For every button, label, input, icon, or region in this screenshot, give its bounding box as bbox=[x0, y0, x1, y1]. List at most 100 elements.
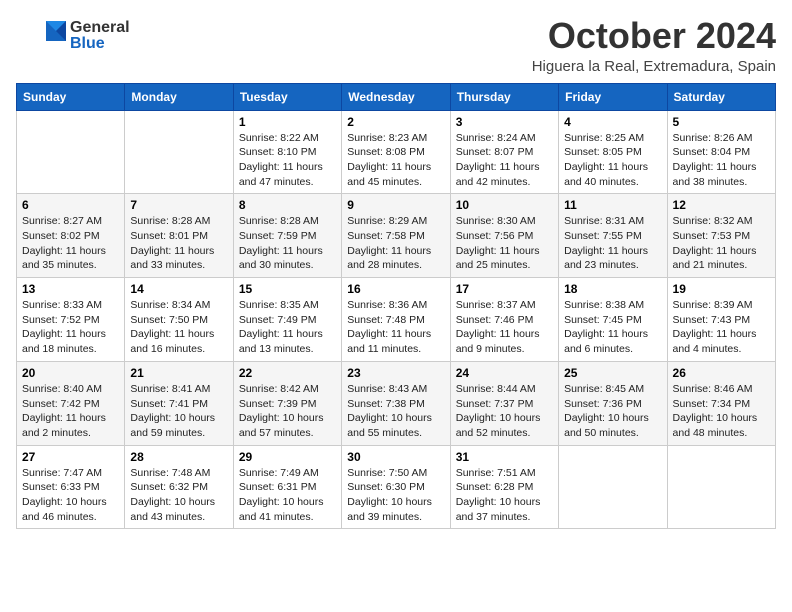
day-info-text: Sunrise: 8:32 AM Sunset: 7:53 PM Dayligh… bbox=[673, 214, 770, 273]
day-number: 26 bbox=[673, 366, 770, 380]
day-number: 18 bbox=[564, 282, 661, 296]
day-number: 16 bbox=[347, 282, 444, 296]
weekday-header-cell: Friday bbox=[559, 83, 667, 110]
calendar-day-cell: 1Sunrise: 8:22 AM Sunset: 8:10 PM Daylig… bbox=[233, 110, 341, 194]
calendar-day-cell: 3 Sunrise: 8:24 AM Sunset: 8:07 PM Daylig… bbox=[450, 110, 558, 194]
day-number: 2 bbox=[347, 115, 444, 129]
weekday-header-cell: Wednesday bbox=[342, 83, 450, 110]
title-block: October 2024 Higuera la Real, Extremadur… bbox=[532, 16, 776, 75]
day-info-text: Sunrise: 8:28 AM Sunset: 8:01 PM Dayligh… bbox=[130, 214, 227, 273]
day-info-text: Sunrise: 7:48 AM Sunset: 6:32 PM Dayligh… bbox=[130, 466, 227, 525]
calendar-day-cell: 5 Sunrise: 8:26 AM Sunset: 8:04 PM Daylig… bbox=[667, 110, 775, 194]
calendar-day-cell: 22 Sunrise: 8:42 AM Sunset: 7:39 PM Dayli… bbox=[233, 361, 341, 445]
day-number: 7 bbox=[130, 198, 227, 212]
calendar-day-cell: 6 Sunrise: 8:27 AM Sunset: 8:02 PM Daylig… bbox=[17, 194, 125, 278]
calendar-day-cell: 4Sunrise: 8:25 AM Sunset: 8:05 PM Daylig… bbox=[559, 110, 667, 194]
calendar-body: 1Sunrise: 8:22 AM Sunset: 8:10 PM Daylig… bbox=[17, 110, 776, 529]
page-header: General Blue October 2024 Higuera la Rea… bbox=[16, 16, 776, 75]
calendar-week-row: 6 Sunrise: 8:27 AM Sunset: 8:02 PM Daylig… bbox=[17, 194, 776, 278]
calendar-day-cell: 26 Sunrise: 8:46 AM Sunset: 7:34 PM Dayli… bbox=[667, 361, 775, 445]
day-info-text: Sunrise: 8:46 AM Sunset: 7:34 PM Dayligh… bbox=[673, 382, 770, 441]
calendar-day-cell bbox=[667, 445, 775, 529]
weekday-header-cell: Thursday bbox=[450, 83, 558, 110]
day-number: 29 bbox=[239, 450, 336, 464]
month-title: October 2024 bbox=[532, 16, 776, 56]
day-number: 12 bbox=[673, 198, 770, 212]
day-info-text: Sunrise: 7:50 AM Sunset: 6:30 PM Dayligh… bbox=[347, 466, 444, 525]
day-number: 28 bbox=[130, 450, 227, 464]
day-info-text: Sunrise: 8:31 AM Sunset: 7:55 PM Dayligh… bbox=[564, 214, 661, 273]
calendar-day-cell: 24 Sunrise: 8:44 AM Sunset: 7:37 PM Dayli… bbox=[450, 361, 558, 445]
weekday-header-cell: Monday bbox=[125, 83, 233, 110]
calendar-day-cell: 15Sunrise: 8:35 AM Sunset: 7:49 PM Dayli… bbox=[233, 278, 341, 362]
calendar-day-cell: 20 Sunrise: 8:40 AM Sunset: 7:42 PM Dayli… bbox=[17, 361, 125, 445]
day-number: 9 bbox=[347, 198, 444, 212]
calendar-day-cell: 28 Sunrise: 7:48 AM Sunset: 6:32 PM Dayli… bbox=[125, 445, 233, 529]
day-number: 14 bbox=[130, 282, 227, 296]
day-info-text: Sunrise: 8:43 AM Sunset: 7:38 PM Dayligh… bbox=[347, 382, 444, 441]
calendar-week-row: 27Sunrise: 7:47 AM Sunset: 6:33 PM Dayli… bbox=[17, 445, 776, 529]
calendar-day-cell: 9Sunrise: 8:29 AM Sunset: 7:58 PM Daylig… bbox=[342, 194, 450, 278]
day-number: 23 bbox=[347, 366, 444, 380]
weekday-header-row: SundayMondayTuesdayWednesdayThursdayFrid… bbox=[17, 83, 776, 110]
day-info-text: Sunrise: 8:27 AM Sunset: 8:02 PM Dayligh… bbox=[22, 214, 119, 273]
logo-text: General Blue bbox=[70, 20, 130, 52]
day-info-text: Sunrise: 8:26 AM Sunset: 8:04 PM Dayligh… bbox=[673, 131, 770, 190]
calendar-day-cell bbox=[17, 110, 125, 194]
day-info-text: Sunrise: 7:49 AM Sunset: 6:31 PM Dayligh… bbox=[239, 466, 336, 525]
day-number: 22 bbox=[239, 366, 336, 380]
day-number: 17 bbox=[456, 282, 553, 296]
day-info-text: Sunrise: 8:23 AM Sunset: 8:08 PM Dayligh… bbox=[347, 131, 444, 190]
calendar-day-cell: 7 Sunrise: 8:28 AM Sunset: 8:01 PM Daylig… bbox=[125, 194, 233, 278]
day-info-text: Sunrise: 8:42 AM Sunset: 7:39 PM Dayligh… bbox=[239, 382, 336, 441]
day-number: 3 bbox=[456, 115, 553, 129]
calendar-day-cell bbox=[125, 110, 233, 194]
day-number: 13 bbox=[22, 282, 119, 296]
calendar-day-cell: 10 Sunrise: 8:30 AM Sunset: 7:56 PM Dayli… bbox=[450, 194, 558, 278]
day-info-text: Sunrise: 8:30 AM Sunset: 7:56 PM Dayligh… bbox=[456, 214, 553, 273]
calendar-day-cell: 2 Sunrise: 8:23 AM Sunset: 8:08 PM Daylig… bbox=[342, 110, 450, 194]
day-number: 24 bbox=[456, 366, 553, 380]
calendar-day-cell: 13Sunrise: 8:33 AM Sunset: 7:52 PM Dayli… bbox=[17, 278, 125, 362]
calendar-day-cell: 12 Sunrise: 8:32 AM Sunset: 7:53 PM Dayli… bbox=[667, 194, 775, 278]
calendar-day-cell: 11Sunrise: 8:31 AM Sunset: 7:55 PM Dayli… bbox=[559, 194, 667, 278]
day-number: 1 bbox=[239, 115, 336, 129]
day-info-text: Sunrise: 8:37 AM Sunset: 7:46 PM Dayligh… bbox=[456, 298, 553, 357]
calendar-day-cell bbox=[559, 445, 667, 529]
logo-icon bbox=[16, 16, 66, 56]
day-info-text: Sunrise: 8:36 AM Sunset: 7:48 PM Dayligh… bbox=[347, 298, 444, 357]
day-number: 6 bbox=[22, 198, 119, 212]
day-number: 27 bbox=[22, 450, 119, 464]
calendar-day-cell: 31Sunrise: 7:51 AM Sunset: 6:28 PM Dayli… bbox=[450, 445, 558, 529]
location-text: Higuera la Real, Extremadura, Spain bbox=[532, 58, 776, 75]
day-info-text: Sunrise: 8:44 AM Sunset: 7:37 PM Dayligh… bbox=[456, 382, 553, 441]
calendar-day-cell: 27Sunrise: 7:47 AM Sunset: 6:33 PM Dayli… bbox=[17, 445, 125, 529]
calendar-day-cell: 8Sunrise: 8:28 AM Sunset: 7:59 PM Daylig… bbox=[233, 194, 341, 278]
day-info-text: Sunrise: 8:40 AM Sunset: 7:42 PM Dayligh… bbox=[22, 382, 119, 441]
calendar-week-row: 13Sunrise: 8:33 AM Sunset: 7:52 PM Dayli… bbox=[17, 278, 776, 362]
day-info-text: Sunrise: 8:39 AM Sunset: 7:43 PM Dayligh… bbox=[673, 298, 770, 357]
day-info-text: Sunrise: 8:41 AM Sunset: 7:41 PM Dayligh… bbox=[130, 382, 227, 441]
day-number: 25 bbox=[564, 366, 661, 380]
calendar-table: SundayMondayTuesdayWednesdayThursdayFrid… bbox=[16, 83, 776, 530]
calendar-day-cell: 16 Sunrise: 8:36 AM Sunset: 7:48 PM Dayli… bbox=[342, 278, 450, 362]
day-info-text: Sunrise: 8:24 AM Sunset: 8:07 PM Dayligh… bbox=[456, 131, 553, 190]
calendar-day-cell: 21Sunrise: 8:41 AM Sunset: 7:41 PM Dayli… bbox=[125, 361, 233, 445]
day-number: 30 bbox=[347, 450, 444, 464]
day-number: 10 bbox=[456, 198, 553, 212]
day-info-text: Sunrise: 8:28 AM Sunset: 7:59 PM Dayligh… bbox=[239, 214, 336, 273]
calendar-day-cell: 19 Sunrise: 8:39 AM Sunset: 7:43 PM Dayli… bbox=[667, 278, 775, 362]
calendar-day-cell: 14 Sunrise: 8:34 AM Sunset: 7:50 PM Dayli… bbox=[125, 278, 233, 362]
day-number: 20 bbox=[22, 366, 119, 380]
day-number: 5 bbox=[673, 115, 770, 129]
day-number: 19 bbox=[673, 282, 770, 296]
day-info-text: Sunrise: 8:34 AM Sunset: 7:50 PM Dayligh… bbox=[130, 298, 227, 357]
weekday-header-cell: Tuesday bbox=[233, 83, 341, 110]
day-number: 4 bbox=[564, 115, 661, 129]
day-info-text: Sunrise: 7:51 AM Sunset: 6:28 PM Dayligh… bbox=[456, 466, 553, 525]
calendar-day-cell: 25 Sunrise: 8:45 AM Sunset: 7:36 PM Dayli… bbox=[559, 361, 667, 445]
calendar-week-row: 20 Sunrise: 8:40 AM Sunset: 7:42 PM Dayli… bbox=[17, 361, 776, 445]
day-info-text: Sunrise: 8:45 AM Sunset: 7:36 PM Dayligh… bbox=[564, 382, 661, 441]
logo-general-text: General bbox=[70, 20, 130, 36]
day-info-text: Sunrise: 8:35 AM Sunset: 7:49 PM Dayligh… bbox=[239, 298, 336, 357]
